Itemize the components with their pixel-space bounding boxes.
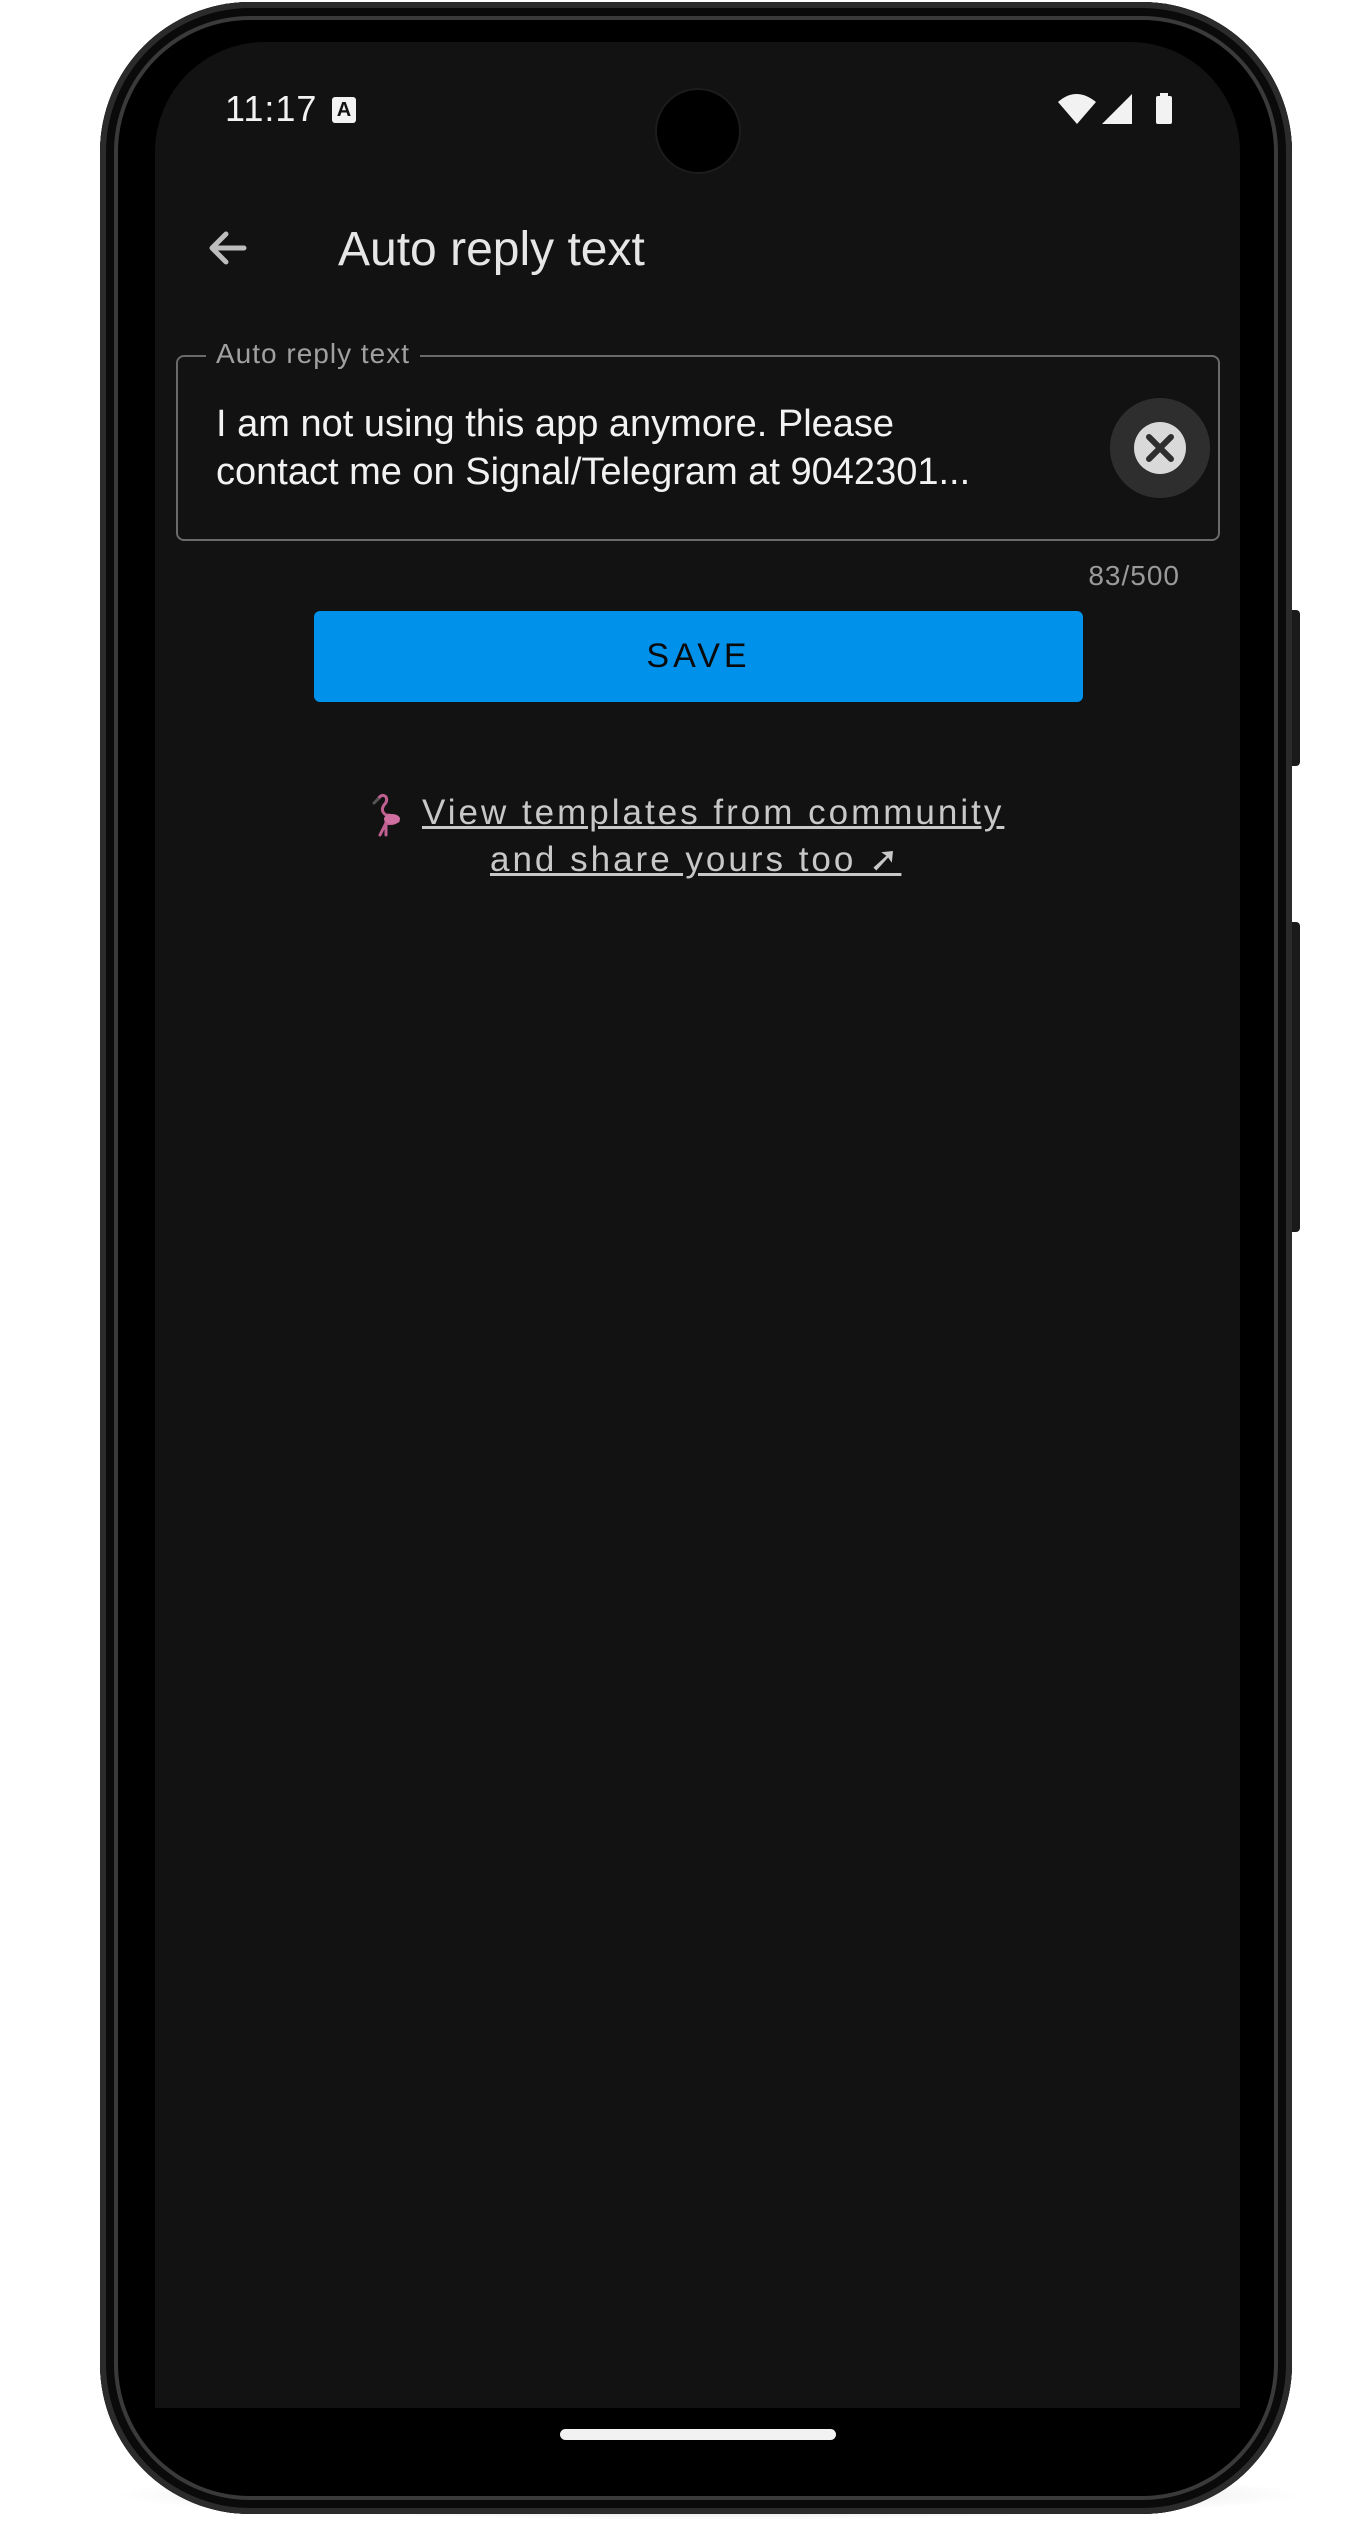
status-icons — [1058, 93, 1172, 124]
keyboard-indicator-icon: A — [332, 97, 356, 123]
status-time: 11:17 — [225, 88, 318, 129]
auto-reply-field-label: Auto reply text — [206, 338, 420, 370]
community-share-link[interactable]: and share yours too ➚ — [490, 840, 901, 880]
character-counter: 83/500 — [1088, 560, 1180, 591]
page-title: Auto reply text — [338, 223, 645, 276]
navigation-bar — [155, 2408, 1240, 2478]
flamingo-icon — [372, 793, 400, 837]
arrow-left-icon[interactable] — [198, 218, 258, 278]
community-templates-link[interactable]: View templates from community — [422, 793, 1004, 833]
battery-icon — [1156, 96, 1172, 124]
close-circle-icon[interactable] — [1110, 398, 1210, 498]
device-mockup: 11:17 A Auto reply text Auto reply text … — [0, 0, 1370, 2534]
front-camera — [657, 90, 739, 172]
auto-reply-text-input[interactable]: I am not using this app anymore. Please … — [216, 400, 1096, 496]
save-button[interactable]: SAVE — [314, 611, 1083, 702]
wifi-icon — [1058, 94, 1096, 124]
home-gesture-bar[interactable] — [560, 2429, 836, 2440]
cellular-signal-icon — [1102, 94, 1132, 124]
